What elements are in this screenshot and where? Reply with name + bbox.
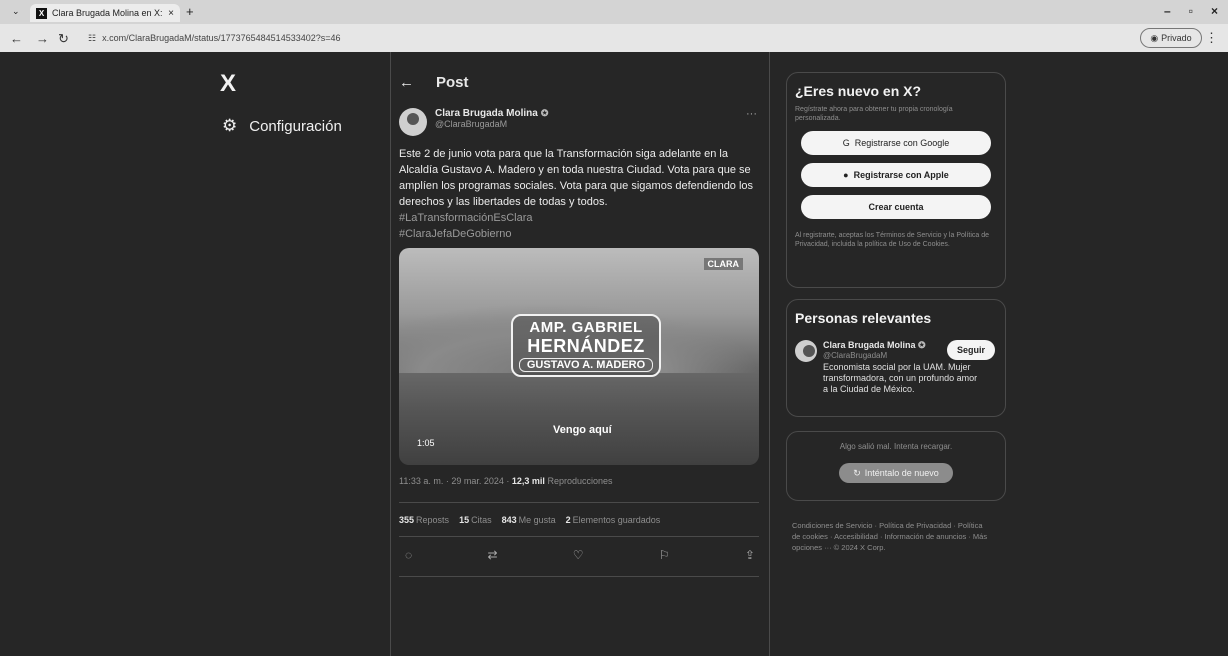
apple-signup-button[interactable]: ● Registrarse con Apple — [801, 163, 991, 187]
post-header: ← Post — [399, 74, 469, 91]
error-text: Algo salió mal. Intenta recargar. — [839, 442, 953, 451]
browser-tab[interactable]: X Clara Brugada Molina en X: "E × — [30, 4, 180, 22]
right-sidebar: ¿Eres nuevo en X? Regístrate ahora para … — [786, 52, 1006, 656]
back-arrow-icon[interactable]: ← — [399, 74, 414, 91]
url-text: x.com/ClaraBrugadaM/status/1773765484514… — [102, 33, 341, 43]
author-handle[interactable]: @ClaraBrugadaM — [435, 119, 548, 129]
more-options-icon[interactable]: ··· — [746, 108, 757, 120]
hashtag-link[interactable]: #LaTransformaciónEsClara — [399, 210, 759, 226]
signup-title: ¿Eres nuevo en X? — [795, 83, 922, 99]
views-count: 12,3 mil — [511, 476, 545, 486]
hashtag-link[interactable]: #ClaraJefaDeGobierno — [399, 226, 759, 242]
avatar[interactable] — [399, 108, 427, 136]
browser-menu-icon[interactable]: ⋮ — [1205, 30, 1218, 46]
tab-list-chevron-icon[interactable]: ⌄ — [12, 6, 20, 17]
avatar[interactable] — [795, 340, 817, 362]
incognito-indicator[interactable]: ◉ Privado — [1140, 28, 1202, 48]
close-window-icon[interactable]: × — [1211, 4, 1218, 18]
tab-title: Clara Brugada Molina en X: "E — [52, 8, 164, 18]
verified-badge-icon: ✪ — [540, 108, 549, 118]
tweet-author: Clara Brugada Molina ✪ @ClaraBrugadaM ··… — [399, 108, 759, 136]
relevant-people-card: Personas relevantes Clara Brugada Molina… — [786, 299, 1006, 417]
stat-likes[interactable]: 843 Me gusta — [502, 515, 556, 525]
video-caption: Vengo aquí — [553, 424, 612, 436]
relevant-people-title: Personas relevantes — [795, 310, 932, 326]
divider — [399, 502, 759, 503]
retry-button[interactable]: ↻ Inténtalo de nuevo — [839, 463, 953, 483]
stat-reposts[interactable]: 355 Reposts — [399, 515, 449, 525]
views-label: Reproducciones — [544, 476, 613, 486]
author-name: Clara Brugada Molina — [435, 108, 538, 119]
author-name-row[interactable]: Clara Brugada Molina ✪ — [435, 108, 548, 119]
badge-line: AMP. GABRIEL — [529, 319, 643, 336]
bookmark-icon[interactable]: ⚐ — [659, 548, 670, 562]
x-page: X ⚙ Configuración ← Post Clara Brugada M… — [0, 52, 1228, 656]
verified-badge-icon: ✪ — [918, 340, 926, 350]
signup-subtitle: Regístrate ahora para obtener tu propia … — [795, 106, 953, 122]
signup-legal: Al registrarte, aceptas los Términos de … — [795, 232, 990, 248]
divider — [399, 576, 759, 577]
like-icon[interactable]: ♡ — [573, 548, 584, 562]
tweet-actions: ◌ ⇄ ♡ ⚐ ⇪ — [405, 548, 755, 562]
address-bar: ← → ↻ ☷ x.com/ClaraBrugadaM/status/17737… — [0, 24, 1228, 52]
tweet-text: Este 2 de junio vota para que la Transfo… — [399, 148, 754, 208]
footer-links[interactable]: Condiciones de Servicio · Política de Pr… — [792, 520, 988, 553]
gear-icon: ⚙ — [222, 116, 238, 135]
person-bio: Economista social por la UAM. Mujer tran… — [823, 362, 978, 394]
tweet-stats: 355 Reposts 15 Citas 843 Me gusta 2 Elemento… — [399, 515, 660, 525]
video-brand-logo: CLARA — [703, 258, 743, 270]
main-column: ← Post Clara Brugada Molina ✪ @ClaraBrug… — [390, 52, 770, 656]
tweet-timestamp[interactable]: 11:33 a. m. · 29 mar. 2024 · — [399, 476, 512, 486]
badge-line: HERNÁNDEZ — [527, 336, 645, 356]
tweet-meta: 11:33 a. m. · 29 mar. 2024 · 12,3 mil Re… — [399, 476, 612, 486]
x-logo[interactable]: X — [220, 70, 236, 98]
back-icon[interactable]: ← — [10, 31, 23, 46]
forward-icon[interactable]: → — [36, 31, 49, 46]
reply-icon[interactable]: ◌ — [405, 548, 412, 562]
incognito-icon: ◉ — [1150, 32, 1159, 43]
new-tab-icon[interactable]: + — [186, 4, 194, 19]
url-field[interactable]: ☷ x.com/ClaraBrugadaM/status/17737654845… — [88, 29, 358, 47]
post-header-title: Post — [436, 74, 469, 91]
repost-icon[interactable]: ⇄ — [487, 548, 497, 562]
video-title-badge: AMP. GABRIEL HERNÁNDEZ GUSTAVO A. MADERO — [511, 314, 661, 377]
video-player[interactable]: CLARA AMP. GABRIEL HERNÁNDEZ GUSTAVO A. … — [399, 248, 759, 465]
tab-close-icon[interactable]: × — [168, 8, 174, 19]
create-account-button[interactable]: Crear cuenta — [801, 195, 991, 219]
minimize-icon[interactable]: – — [1164, 4, 1171, 18]
nav-item-settings[interactable]: ⚙ Configuración — [222, 116, 342, 136]
nav-item-label: Configuración — [249, 117, 342, 135]
maximize-icon[interactable]: ▫ — [1189, 4, 1193, 18]
reload-icon[interactable]: ↻ — [58, 31, 69, 47]
video-duration: 1:05 — [417, 438, 435, 448]
tweet: Clara Brugada Molina ✪ @ClaraBrugadaM ··… — [399, 108, 759, 577]
refresh-icon: ↻ — [853, 467, 861, 478]
google-icon: G — [842, 138, 850, 148]
browser-tab-bar: ⌄ X Clara Brugada Molina en X: "E × + – … — [0, 0, 1228, 24]
stat-bookmarks[interactable]: 2 Elementos guardados — [566, 515, 661, 525]
signup-card: ¿Eres nuevo en X? Regístrate ahora para … — [786, 72, 1006, 288]
window-controls: – ▫ × — [1164, 4, 1218, 18]
x-favicon-icon: X — [36, 7, 47, 19]
badge-line: GUSTAVO A. MADERO — [519, 358, 653, 372]
google-signup-button[interactable]: G Registrarse con Google — [801, 131, 991, 155]
apple-icon: ● — [843, 170, 849, 180]
share-icon[interactable]: ⇪ — [745, 548, 755, 562]
follow-button[interactable]: Seguir — [946, 340, 995, 360]
stat-quotes[interactable]: 15 Citas — [459, 515, 492, 525]
incognito-label: Privado — [1161, 33, 1192, 43]
error-card: Algo salió mal. Intenta recargar. ↻ Inté… — [786, 431, 1006, 501]
divider — [399, 536, 759, 537]
left-nav: X ⚙ Configuración — [220, 52, 390, 656]
person-item[interactable]: Clara Brugada Molina ✪ @ClaraBrugadaM Ec… — [795, 340, 997, 395]
site-info-icon[interactable]: ☷ — [88, 33, 96, 44]
